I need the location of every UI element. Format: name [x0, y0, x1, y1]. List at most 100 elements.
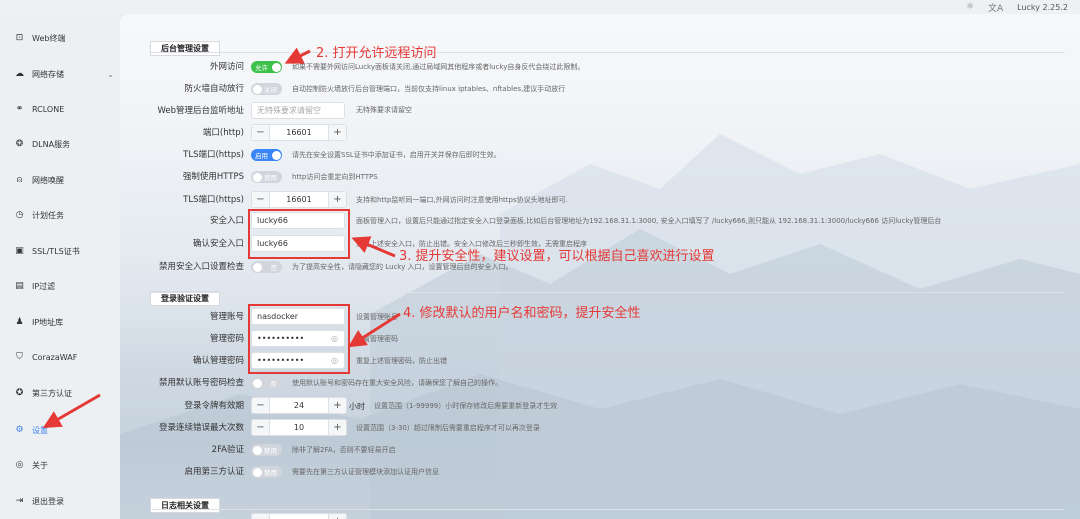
listen-address-input[interactable]: 无特殊要求请留空 [251, 102, 345, 119]
decrement-button[interactable]: − [252, 420, 270, 435]
sidebar-item-label: IP过滤 [32, 281, 56, 291]
sidebar-item-label: 网络存储 [32, 69, 64, 79]
toggle-knob [252, 445, 262, 455]
translate-icon[interactable]: 文A [988, 1, 1003, 14]
decrement-button[interactable]: − [252, 125, 270, 140]
sidebar-item-rclone[interactable]: ⚭ RCLONE [14, 101, 114, 117]
toggle-knob [271, 150, 281, 160]
force-https-hint: http访问会重定向到HTTPS [292, 173, 378, 181]
force-https-toggle[interactable]: 禁用 [251, 171, 282, 183]
sidebar-item-wol[interactable]: ⍝ 网络唤醒 [14, 172, 114, 188]
sidebar-item-label: 关于 [32, 460, 48, 470]
sidebar-item-label: 计划任务 [32, 210, 64, 220]
increment-button[interactable]: + [328, 398, 346, 413]
third-auth-label: 启用第三方认证 [184, 467, 244, 477]
section-title-log: 日志相关设置 [150, 498, 220, 513]
token-expire-hint: 设置范围（1-99999）小时保存修改后需要重新登录才生效 [374, 402, 558, 410]
third-auth-hint: 需要先在第三方认证管理模块添加认证用户信息 [292, 468, 439, 476]
firewall-toggle[interactable]: 关闭 [251, 83, 282, 95]
tls-toggle[interactable]: 启用 [251, 149, 282, 161]
sidebar-item-ip-filter[interactable]: ▤ IP过滤 [14, 278, 114, 294]
toggle-knob [271, 62, 281, 72]
tls-hint: 请先在安全设置SSL证书中添加证书，启用开关并保存后即时生效。 [292, 151, 501, 159]
external-access-toggle[interactable]: 允许 [251, 61, 282, 73]
default-check-hint: 使用默认账号和密码存在重大安全风险，请确保您了解自己的操作。 [292, 379, 502, 387]
sidebar-item-settings[interactable]: ⚙ 设置 [14, 422, 114, 438]
increment-button[interactable]: + [328, 514, 346, 519]
sidebar-item-schedule[interactable]: ◷ 计划任务 [14, 207, 114, 223]
highlight-box-safe-entry [248, 209, 350, 259]
increment-button[interactable]: + [328, 125, 346, 140]
toggle-knob [252, 84, 262, 94]
logout-icon: ⇥ [15, 496, 24, 506]
divider [150, 509, 1065, 510]
about-icon: ◎ [15, 460, 24, 470]
clock-icon: ◷ [15, 210, 24, 220]
toggle-knob [252, 262, 262, 272]
settings-panel: 后台管理设置 外网访问 允许 如果不需要外网访问Lucky面板请关闭,通过局域网… [120, 14, 1080, 519]
toggle-text: 否 [270, 264, 278, 272]
badge-icon: ✪ [15, 388, 24, 398]
toggle-text: 允许 [255, 64, 268, 72]
twofa-toggle[interactable]: 禁用 [251, 444, 282, 456]
increment-button[interactable]: + [328, 420, 346, 435]
firewall-hint: 自动控制防火墙放行后台管理端口，当前仅支持linux iptables、nfta… [292, 85, 566, 93]
share-icon: ⚭ [15, 104, 24, 114]
sidebar-item-label: 第三方认证 [32, 388, 72, 398]
admin-password-hint: 设置管理密码 [356, 335, 398, 343]
token-expire-unit: 小时 [349, 402, 365, 411]
third-auth-toggle[interactable]: 禁用 [251, 466, 282, 478]
disable-entry-check-toggle[interactable]: 否 [251, 261, 282, 273]
toggle-knob [252, 172, 262, 182]
tls-label: TLS端口(https) [183, 150, 244, 160]
token-expire-stepper[interactable]: −24 + [251, 397, 347, 414]
tls-port-stepper[interactable]: −16601 + [251, 191, 347, 208]
sidebar-item-third-auth[interactable]: ✪ 第三方认证 [14, 385, 114, 401]
twofa-hint: 除非了解2FA，否则不要轻易开启 [292, 446, 396, 454]
sidebar-item-waf[interactable]: ⛉ CorazaWAF [14, 349, 114, 365]
confirm-entry-label: 确认安全入口 [192, 239, 244, 249]
sidebar-item-label: IP地址库 [32, 317, 64, 327]
divider [150, 292, 1065, 293]
tls-port-hint: 支持和http监听同一端口,外网访问时注意使用https协议头地址即可. [356, 196, 568, 204]
decrement-button[interactable]: − [252, 514, 270, 519]
user-pin-icon: ♟ [15, 317, 24, 327]
token-expire-label: 登录令牌有效期 [184, 401, 244, 411]
cloud-icon: ☁ [15, 69, 24, 79]
decrement-button[interactable]: − [252, 192, 270, 207]
http-port-stepper[interactable]: −16601 + [251, 124, 347, 141]
sidebar-item-web-terminal[interactable]: ⊡ Web终端 [14, 30, 114, 46]
sidebar-item-network-storage[interactable]: ☁ 网络存储 ⌄ [14, 66, 114, 82]
log-stepper[interactable]: −+ [251, 513, 347, 519]
section-title-login: 登录验证设置 [150, 291, 220, 306]
listen-address-hint: 无特殊要求请留空 [356, 106, 412, 114]
stepper-value[interactable]: 24 [270, 401, 328, 410]
default-check-toggle[interactable]: 否 [251, 377, 282, 389]
toggle-text: 否 [270, 380, 278, 388]
stepper-value[interactable]: 16601 [270, 128, 328, 137]
stepper-value[interactable]: 16601 [270, 195, 328, 204]
twofa-label: 2FA验证 [211, 445, 244, 455]
stepper-value[interactable]: 10 [270, 423, 328, 432]
increment-button[interactable]: + [328, 192, 346, 207]
sidebar-item-dlna[interactable]: ❂ DLNA服务 [14, 136, 114, 152]
toggle-knob [252, 467, 262, 477]
decrement-button[interactable]: − [252, 398, 270, 413]
toggle-text: 禁用 [264, 174, 277, 182]
gear-icon: ⚙ [15, 425, 24, 435]
safe-entry-label: 安全入口 [209, 216, 244, 226]
annotation-step-2: 2. 打开允许远程访问 [316, 46, 437, 61]
sidebar-item-ssl[interactable]: ▣ SSL/TLS证书 [14, 243, 114, 259]
firewall-label: 防火墙自动放行 [184, 84, 244, 94]
highlight-box-credentials [248, 304, 350, 374]
divider [150, 52, 1065, 53]
sidebar-item-logout[interactable]: ⇥ 退出登录 [14, 493, 114, 509]
max-retry-stepper[interactable]: −10 + [251, 419, 347, 436]
sidebar-item-label: DLNA服务 [32, 139, 71, 149]
admin-password-label: 管理密码 [209, 334, 244, 344]
sidebar-item-ip-db[interactable]: ♟ IP地址库 [14, 314, 114, 330]
sidebar-item-about[interactable]: ◎ 关于 [14, 457, 114, 473]
sun-icon[interactable]: ☼ [966, 2, 974, 12]
toggle-text: 关闭 [264, 86, 277, 94]
http-port-label: 端口(http) [202, 128, 244, 138]
